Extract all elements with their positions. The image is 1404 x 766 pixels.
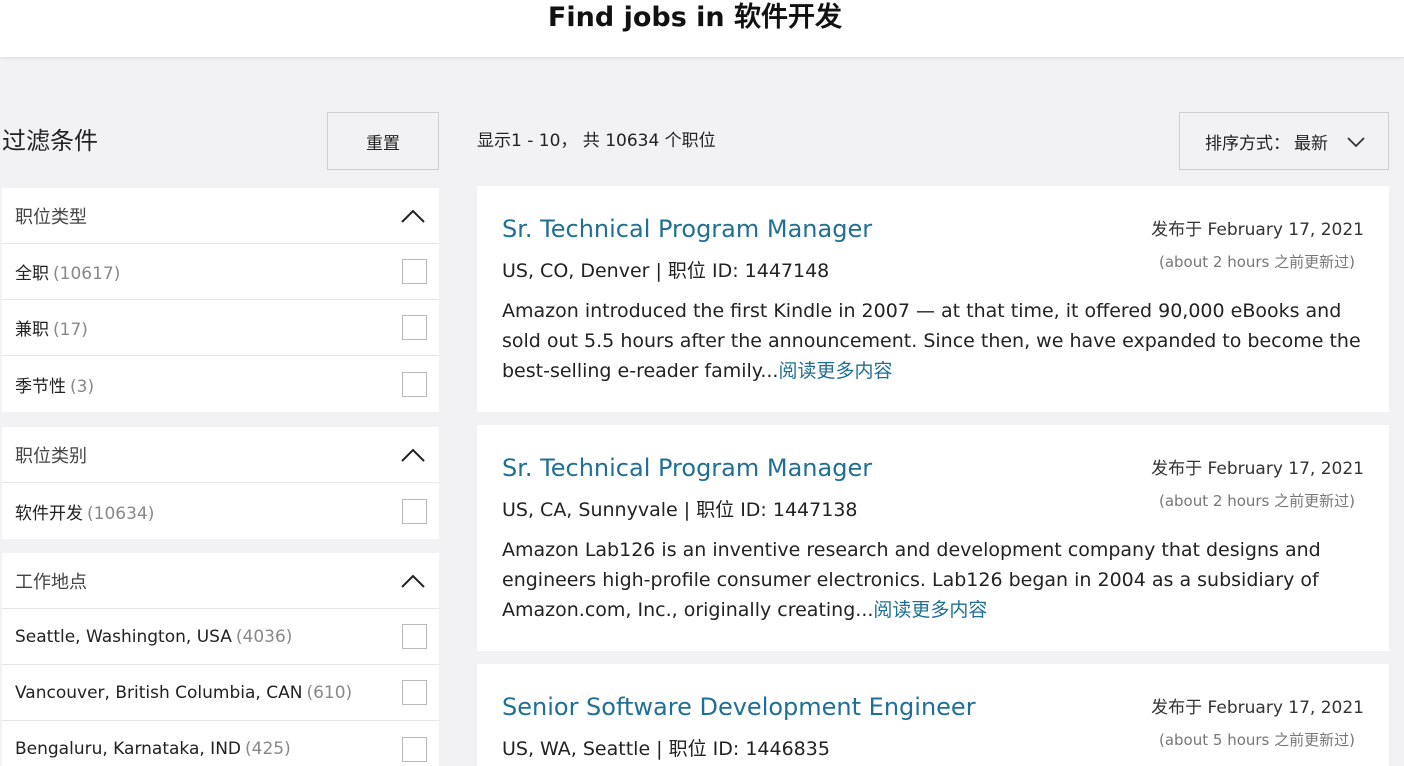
filter-option[interactable]: Vancouver, British Columbia, CAN (610): [2, 665, 439, 721]
filter-option-count: (17): [53, 320, 88, 340]
filter-option-count: (4036): [235, 626, 293, 647]
chevron-up-icon: [399, 206, 427, 226]
filter-option-label: Vancouver, British Columbia, CAN: [15, 682, 303, 703]
chevron-up-icon: [399, 571, 427, 591]
job-location: US, CO, Denver | 职位 ID: 1447148: [502, 260, 830, 282]
job-card: Sr. Technical Program Manager US, CA, Su…: [477, 425, 1389, 651]
job-location: US, CA, Sunnyvale | 职位 ID: 1447138: [502, 499, 858, 521]
filter-group-title: 工作地点: [15, 571, 87, 593]
filter-option-count: (10617): [53, 264, 121, 284]
filter-option[interactable]: 兼职 (17): [2, 300, 439, 356]
job-description: Amazon Lab126 is an inventive research a…: [502, 535, 1362, 625]
job-posted-date: 发布于 February 17, 2021: [1151, 698, 1364, 718]
filter-option-label: 季节性: [15, 376, 66, 397]
filter-option[interactable]: 季节性 (3): [2, 356, 439, 412]
job-updated: (about 2 hours 之前更新过): [1158, 253, 1355, 271]
filter-checkbox[interactable]: [402, 315, 427, 340]
chevron-down-icon: [1342, 132, 1370, 152]
filter-option-label: 全职: [15, 264, 49, 284]
filters-heading: 过滤条件: [2, 127, 98, 155]
job-updated: (about 2 hours 之前更新过): [1158, 492, 1355, 510]
filter-option[interactable]: Bengaluru, Karnataka, IND (425): [2, 721, 439, 766]
filter-group-header[interactable]: 职位类别: [2, 427, 439, 483]
job-title-link[interactable]: Sr. Technical Program Manager: [502, 451, 872, 485]
filter-checkbox[interactable]: [402, 680, 427, 705]
job-posted-date: 发布于 February 17, 2021: [1151, 220, 1364, 240]
job-title-link[interactable]: Senior Software Development Engineer: [502, 690, 976, 724]
filter-group-location: 工作地点 Seattle, Washington, USA (4036) Vanc…: [2, 553, 439, 766]
job-card: Senior Software Development Engineer US,…: [477, 664, 1389, 766]
page-title: Find jobs in 软件开发: [547, 2, 843, 33]
job-card: Sr. Technical Program Manager US, CO, De…: [477, 186, 1389, 412]
filter-option-count: (10634): [87, 503, 155, 524]
top-bar: Find jobs in 软件开发: [0, 0, 1404, 58]
job-description-text: Amazon introduced the first Kindle in 20…: [502, 300, 1361, 382]
sort-label: 排序方式：: [1205, 133, 1290, 154]
filter-option-count: (425): [245, 739, 291, 759]
filter-option-label: 兼职: [15, 320, 49, 340]
filter-option-label: Seattle, Washington, USA: [15, 626, 232, 647]
filter-option-count: (3): [70, 376, 95, 397]
filter-option-count: (610): [306, 682, 353, 703]
job-location: US, WA, Seattle | 职位 ID: 1446835: [502, 738, 830, 760]
filter-checkbox[interactable]: [402, 259, 427, 284]
filter-checkbox[interactable]: [402, 624, 427, 649]
read-more-link[interactable]: 阅读更多内容: [873, 599, 987, 621]
results-summary: 显示1 - 10， 共 10634 个职位: [477, 131, 716, 151]
filter-group-title: 职位类别: [15, 445, 87, 467]
read-more-link[interactable]: 阅读更多内容: [778, 360, 892, 382]
sort-value: 最新: [1294, 133, 1328, 154]
job-description: Amazon introduced the first Kindle in 20…: [502, 296, 1362, 386]
filter-option[interactable]: Seattle, Washington, USA (4036): [2, 609, 439, 665]
filter-option[interactable]: 软件开发 (10634): [2, 483, 439, 539]
filter-checkbox[interactable]: [402, 498, 427, 524]
job-posted-date: 发布于 February 17, 2021: [1151, 459, 1364, 479]
filter-group-job-category: 职位类别 软件开发 (10634): [2, 427, 439, 539]
filter-group-title: 职位类型: [15, 206, 87, 228]
sort-dropdown[interactable]: 排序方式： 最新: [1179, 112, 1389, 170]
filter-checkbox[interactable]: [402, 371, 427, 397]
job-updated: (about 5 hours 之前更新过): [1158, 731, 1355, 749]
filter-option-label: Bengaluru, Karnataka, IND: [15, 739, 241, 759]
filter-option-label: 软件开发: [15, 503, 83, 524]
filter-group-job-type: 职位类型 全职 (10617) 兼职 (17) 季节性 (3): [2, 188, 439, 412]
filter-group-header[interactable]: 职位类型: [2, 188, 439, 244]
reset-button[interactable]: 重置: [327, 112, 439, 170]
filter-option[interactable]: 全职 (10617): [2, 244, 439, 300]
chevron-up-icon: [399, 445, 427, 465]
job-title-link[interactable]: Sr. Technical Program Manager: [502, 212, 872, 246]
filter-group-header[interactable]: 工作地点: [2, 553, 439, 609]
filter-checkbox[interactable]: [402, 736, 427, 762]
